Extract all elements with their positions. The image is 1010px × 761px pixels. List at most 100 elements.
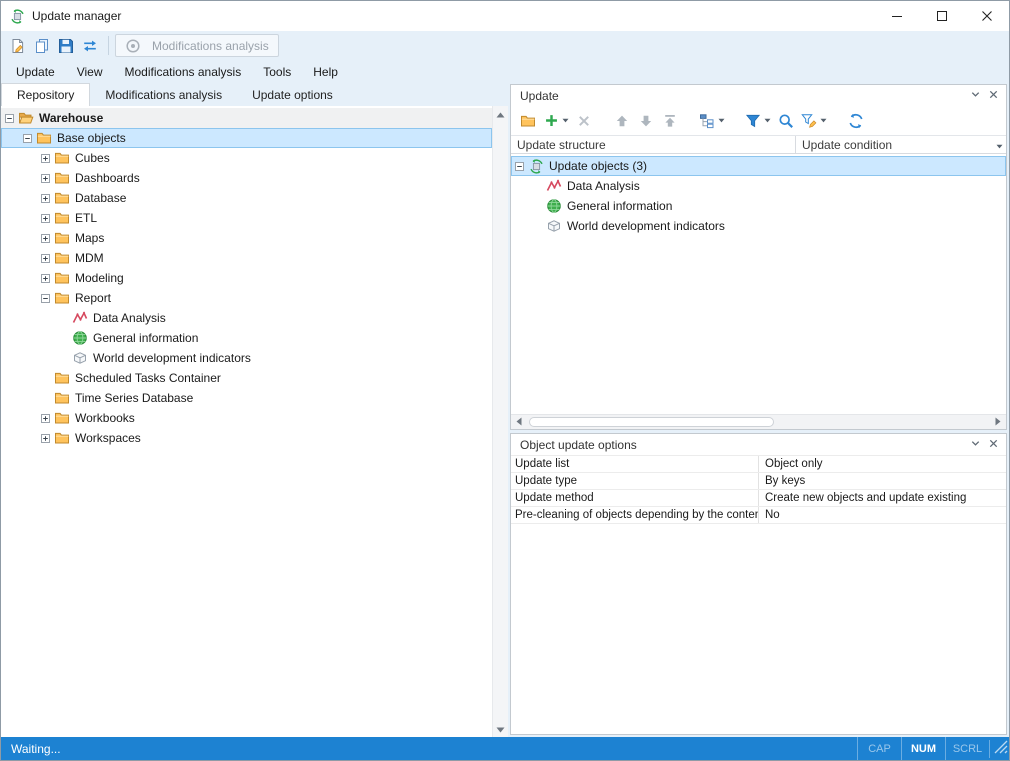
- collapse-minus-icon[interactable]: [23, 130, 36, 146]
- scroll-up-button[interactable]: [493, 106, 508, 122]
- expand-plus-icon[interactable]: [41, 150, 54, 166]
- tree-item-update-objects-3[interactable]: Update objects (3): [511, 156, 1006, 176]
- filter-button[interactable]: [742, 109, 774, 132]
- tree-item-workspaces[interactable]: Workspaces: [1, 428, 492, 448]
- menu-item-tools[interactable]: Tools: [252, 60, 302, 83]
- tree-item-label: Dashboards: [75, 171, 146, 185]
- collapse-minus-icon[interactable]: [5, 110, 18, 126]
- copy-button[interactable]: [30, 34, 54, 57]
- tree-item-label: General information: [93, 331, 204, 345]
- panel-close-button[interactable]: [984, 87, 1002, 104]
- close-button[interactable]: [964, 1, 1009, 31]
- expand-plus-icon[interactable]: [41, 410, 54, 426]
- column-chooser-button[interactable]: [996, 136, 1003, 153]
- expand-plus-icon[interactable]: [41, 210, 54, 226]
- new-update-icon: [10, 38, 26, 54]
- resize-grip[interactable]: [989, 740, 1009, 758]
- tree-item-base-objects[interactable]: Base objects: [1, 128, 492, 148]
- tab-update-options[interactable]: Update options: [237, 83, 348, 106]
- expand-plus-icon[interactable]: [41, 170, 54, 186]
- move-down-button[interactable]: [634, 109, 658, 132]
- folder-icon: [54, 170, 70, 186]
- tree-item-data-analysis[interactable]: Data Analysis: [1, 308, 492, 328]
- folder-open-icon: [18, 110, 34, 126]
- move-top-button[interactable]: [658, 109, 682, 132]
- chevron-down-icon: [970, 438, 981, 452]
- tree-item-general-information[interactable]: General information: [1, 328, 492, 348]
- expand-plus-icon[interactable]: [41, 190, 54, 206]
- tree-item-time-series-database[interactable]: Time Series Database: [1, 388, 492, 408]
- tree-item-data-analysis[interactable]: Data Analysis: [511, 176, 1006, 196]
- horizontal-scrollbar[interactable]: [511, 414, 1006, 429]
- view-mode-button[interactable]: [696, 109, 728, 132]
- add-object-button[interactable]: [540, 109, 572, 132]
- tree-item-cubes[interactable]: Cubes: [1, 148, 492, 168]
- tree-item-database[interactable]: Database: [1, 188, 492, 208]
- scrollbar-track[interactable]: [493, 122, 508, 721]
- option-value[interactable]: Object only: [759, 458, 1006, 470]
- vertical-scrollbar[interactable]: [492, 106, 508, 737]
- tree-item-world-development-indicators[interactable]: World development indicators: [511, 216, 1006, 236]
- expand-plus-icon[interactable]: [41, 250, 54, 266]
- expander-spacer: [533, 218, 546, 234]
- expand-plus-icon[interactable]: [41, 230, 54, 246]
- menu-item-modifications-analysis[interactable]: Modifications analysis: [114, 60, 253, 83]
- tree-item-label: ETL: [75, 211, 103, 225]
- tree-item-modeling[interactable]: Modeling: [1, 268, 492, 288]
- tree-item-general-information[interactable]: General information: [511, 196, 1006, 216]
- refresh-button[interactable]: [844, 109, 868, 132]
- folder-icon: [54, 290, 70, 306]
- tree-item-etl[interactable]: ETL: [1, 208, 492, 228]
- maximize-icon: [934, 8, 950, 24]
- move-up-button[interactable]: [610, 109, 634, 132]
- scroll-left-button[interactable]: [511, 415, 527, 429]
- scroll-right-icon: [995, 415, 1001, 429]
- tree-item-dashboards[interactable]: Dashboards: [1, 168, 492, 188]
- scrollbar-thumb[interactable]: [529, 417, 774, 427]
- tree-item-world-development-indicators[interactable]: World development indicators: [1, 348, 492, 368]
- remove-object-button[interactable]: [572, 109, 596, 132]
- tree-item-scheduled-tasks-container[interactable]: Scheduled Tasks Container: [1, 368, 492, 388]
- panel-menu-button[interactable]: [966, 436, 984, 453]
- tab-repository[interactable]: Repository: [1, 83, 90, 106]
- report-icon: [546, 218, 562, 234]
- modifications-analysis-button-label: Modifications analysis: [152, 39, 269, 53]
- tree-item-report[interactable]: Report: [1, 288, 492, 308]
- tree-item-label: Modeling: [75, 271, 130, 285]
- scroll-right-button[interactable]: [990, 415, 1006, 429]
- tree-item-warehouse[interactable]: Warehouse: [1, 108, 492, 128]
- tree-item-workbooks[interactable]: Workbooks: [1, 408, 492, 428]
- option-value[interactable]: By keys: [759, 475, 1006, 487]
- column-header-update-structure[interactable]: Update structure: [511, 136, 796, 153]
- tree-item-mdm[interactable]: MDM: [1, 248, 492, 268]
- open-folder-button[interactable]: [516, 109, 540, 132]
- option-value[interactable]: Create new objects and update existing: [759, 492, 1006, 504]
- modifications-analysis-button[interactable]: Modifications analysis: [115, 34, 279, 57]
- sync-button[interactable]: [78, 34, 102, 57]
- save-button[interactable]: [54, 34, 78, 57]
- globe-icon: [72, 330, 88, 346]
- tab-modifications-analysis[interactable]: Modifications analysis: [90, 83, 237, 106]
- filter-edit-button[interactable]: [798, 109, 830, 132]
- search-button[interactable]: [774, 109, 798, 132]
- column-header-update-condition[interactable]: Update condition: [796, 138, 898, 152]
- expand-plus-icon[interactable]: [41, 270, 54, 286]
- menu-item-help[interactable]: Help: [302, 60, 349, 83]
- maximize-button[interactable]: [919, 1, 964, 31]
- tree-item-label: Data Analysis: [93, 311, 172, 325]
- collapse-minus-icon[interactable]: [515, 158, 528, 174]
- new-update-button[interactable]: [6, 34, 30, 57]
- panel-menu-button[interactable]: [966, 87, 984, 104]
- expand-plus-icon[interactable]: [41, 430, 54, 446]
- tree-view-icon: [699, 113, 715, 129]
- panel-close-button[interactable]: [984, 436, 1002, 453]
- scroll-down-button[interactable]: [493, 721, 508, 737]
- minimize-button[interactable]: [874, 1, 919, 31]
- menu-item-view[interactable]: View: [66, 60, 114, 83]
- tree-item-maps[interactable]: Maps: [1, 228, 492, 248]
- collapse-minus-icon[interactable]: [41, 290, 54, 306]
- scrollbar-track[interactable]: [527, 415, 990, 429]
- option-value[interactable]: No: [759, 509, 1006, 521]
- menu-item-update[interactable]: Update: [5, 60, 66, 83]
- option-row-update-method: Update methodCreate new objects and upda…: [511, 490, 1006, 507]
